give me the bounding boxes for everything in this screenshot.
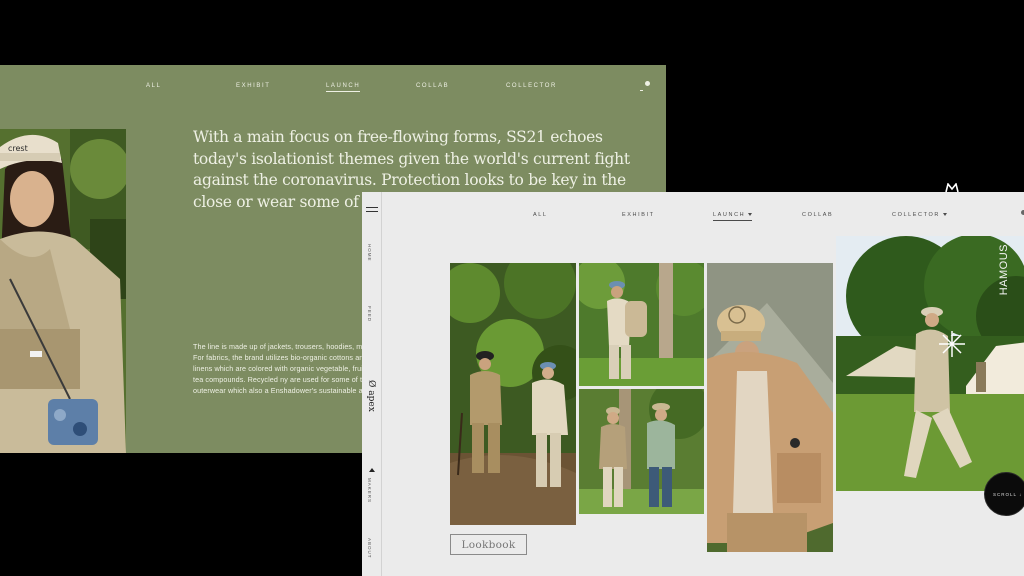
- nav-all[interactable]: ALL: [533, 212, 548, 218]
- nav-launch[interactable]: LAUNCH: [326, 83, 361, 92]
- lookbook-photo-duo[interactable]: [579, 389, 704, 514]
- cap-logo: crest: [8, 144, 28, 153]
- top-nav-front: ALL EXHIBIT LAUNCH COLLAB COLLECTOR: [382, 192, 1024, 232]
- sidebar-item-about[interactable]: ABOUT: [367, 538, 372, 559]
- top-nav: ALL EXHIBIT LAUNCH COLLAB COLLECTOR: [0, 65, 666, 110]
- lookbook-photo-park[interactable]: HAMOUS: [836, 236, 1024, 491]
- menu-icon[interactable]: [366, 207, 378, 213]
- nav-exhibit[interactable]: EXHIBIT: [622, 212, 655, 218]
- sidebar: HOME FEED Ø apex MAKERS ABOUT: [362, 192, 382, 576]
- nav-exhibit[interactable]: EXHIBIT: [236, 83, 271, 89]
- nav-all[interactable]: ALL: [146, 83, 161, 89]
- arrow-up-icon: [369, 468, 375, 472]
- sidebar-item-feed[interactable]: FEED: [367, 306, 372, 322]
- lookbook-button[interactable]: Lookbook: [450, 534, 527, 555]
- chevron-down-icon: [942, 213, 947, 217]
- brand-logo[interactable]: Ø apex: [366, 380, 376, 412]
- body-paragraph: The line is made up of jackets, trousers…: [193, 342, 383, 395]
- sidebar-item-home[interactable]: HOME: [367, 244, 372, 262]
- side-caption: HAMOUS: [998, 244, 1010, 296]
- lookbook-photo-forest-walk[interactable]: [450, 263, 576, 525]
- cursor-icon: [945, 183, 959, 193]
- chevron-down-icon: [748, 213, 753, 217]
- nav-collab[interactable]: COLLAB: [416, 83, 449, 89]
- front-window: HOME FEED Ø apex MAKERS ABOUT ALL EXHIBI…: [362, 192, 1024, 576]
- hero-model-photo: crest: [0, 129, 126, 453]
- nav-collector[interactable]: COLLECTOR: [506, 83, 557, 89]
- nav-collector[interactable]: COLLECTOR: [892, 212, 947, 218]
- nav-collab[interactable]: COLLAB: [802, 212, 833, 218]
- lookbook-photo-backpack[interactable]: [579, 263, 704, 386]
- scroll-down-button[interactable]: SCROLL ↓: [984, 472, 1024, 516]
- sidebar-item-makers[interactable]: MAKERS: [367, 478, 372, 503]
- nav-launch[interactable]: LAUNCH: [713, 212, 753, 221]
- scroll-label: SCROLL ↓: [993, 491, 1023, 497]
- lookbook-photo-portrait[interactable]: [707, 263, 833, 552]
- cart-icon[interactable]: [640, 81, 650, 95]
